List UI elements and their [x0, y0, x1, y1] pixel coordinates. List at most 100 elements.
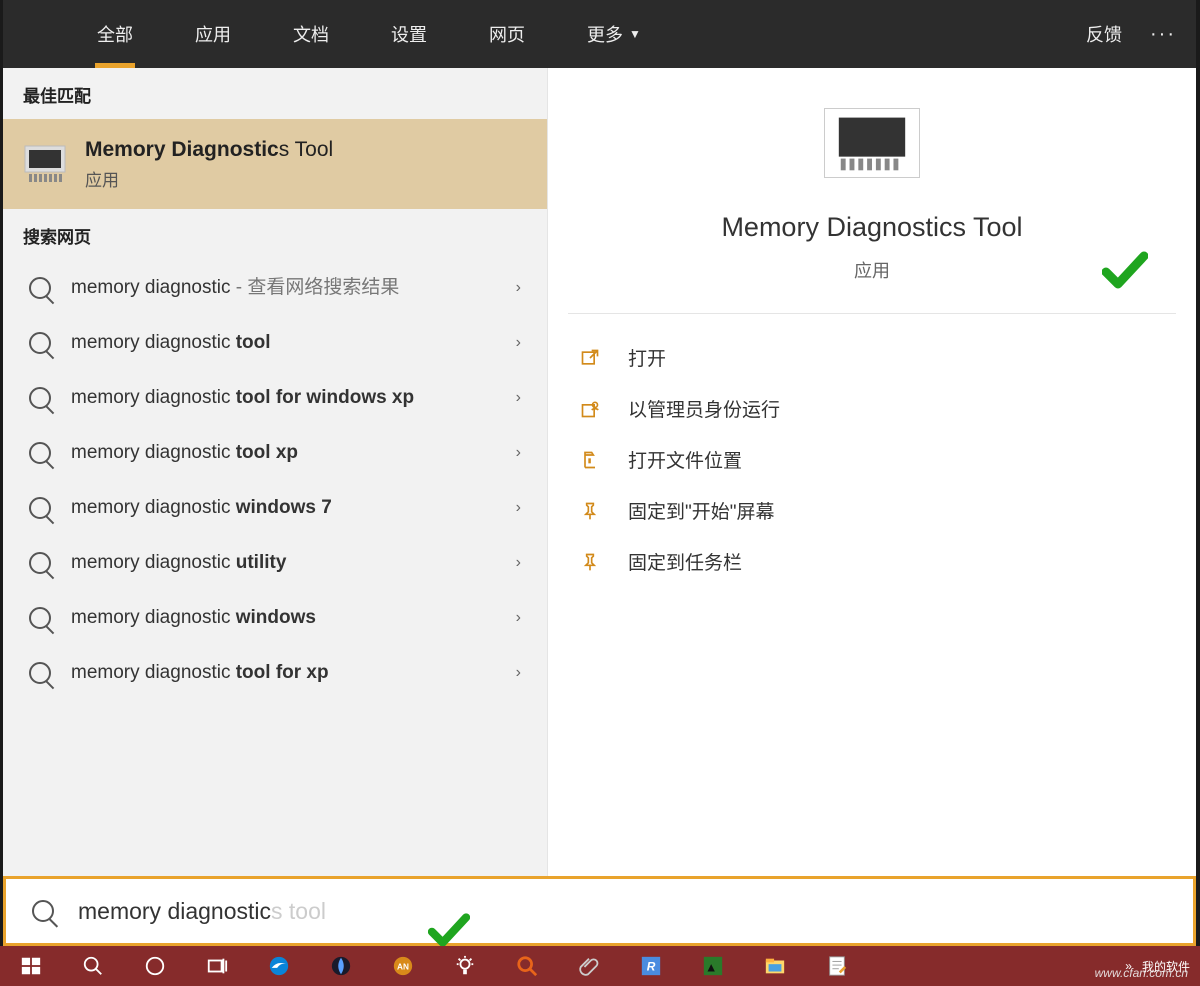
suggestion-row[interactable]: memory diagnostic windows›: [3, 590, 547, 645]
action-pin-start[interactable]: 固定到"开始"屏幕: [568, 485, 1176, 536]
search-icon: [29, 662, 51, 684]
taskbar-explorer-icon[interactable]: [744, 946, 806, 986]
action-open[interactable]: 打开: [568, 332, 1176, 383]
action-folder[interactable]: 打开文件位置: [568, 434, 1176, 485]
search-body: 最佳匹配 Memory Diagnostics Tool 应用 搜索网: [3, 68, 1196, 876]
chevron-right-icon: ›: [516, 664, 521, 682]
tab-more[interactable]: 更多 ▼: [575, 0, 653, 68]
search-input-bar[interactable]: memory diagnostics tool: [3, 876, 1196, 946]
action-label: 打开: [628, 344, 666, 371]
suggestion-row[interactable]: memory diagnostic tool for windows xp›: [3, 370, 547, 425]
best-match-header: 最佳匹配: [3, 68, 547, 119]
open-icon: [578, 346, 602, 370]
taskbar-browser-icon[interactable]: [310, 946, 372, 986]
suggestion-text: memory diagnostic utility: [71, 550, 516, 576]
cortana-button[interactable]: [124, 946, 186, 986]
chevron-right-icon: ›: [516, 334, 521, 352]
search-input-text[interactable]: memory diagnostics tool: [78, 898, 326, 925]
taskbar-image-icon[interactable]: [682, 946, 744, 986]
suggestion-text: memory diagnostic - 查看网络搜索结果: [71, 275, 516, 301]
tab-settings[interactable]: 设置: [379, 0, 439, 68]
suggestion-text: memory diagnostic windows 7: [71, 495, 516, 521]
taskbar-tips-icon[interactable]: [434, 946, 496, 986]
svg-text:R: R: [647, 960, 656, 974]
feedback-link[interactable]: 反馈: [1086, 21, 1122, 47]
taskbar[interactable]: AN R » 我的软件: [0, 946, 1200, 986]
search-panel: 全部 应用 文档 设置 网页 更多 ▼ 反馈 ··· 最佳匹配: [3, 0, 1196, 947]
suggestion-text: memory diagnostic windows: [71, 605, 516, 631]
start-button[interactable]: [0, 946, 62, 986]
tray-overflow-icon[interactable]: »: [1125, 959, 1132, 973]
more-options-button[interactable]: ···: [1150, 23, 1176, 46]
tab-web[interactable]: 网页: [477, 0, 537, 68]
taskbar-revo-icon[interactable]: R: [620, 946, 682, 986]
suggestion-row[interactable]: memory diagnostic tool for xp›: [3, 645, 547, 700]
action-label: 打开文件位置: [628, 446, 742, 473]
suggestion-row[interactable]: memory diagnostic windows 7›: [3, 480, 547, 535]
suggestion-text: memory diagnostic tool for xp: [71, 660, 516, 686]
search-icon: [29, 442, 51, 464]
admin-icon: [578, 397, 602, 421]
best-match-result[interactable]: Memory Diagnostics Tool 应用: [3, 119, 547, 209]
search-icon: [32, 900, 54, 922]
action-admin[interactable]: 以管理员身份运行: [568, 383, 1176, 434]
chevron-right-icon: ›: [516, 444, 521, 462]
action-label: 固定到"开始"屏幕: [628, 497, 775, 524]
tab-apps[interactable]: 应用: [183, 0, 243, 68]
search-web-header: 搜索网页: [3, 209, 547, 260]
preview-subtitle: 应用: [854, 257, 890, 283]
preview-column: Memory Diagnostics Tool 应用 打开以管理员身份运行打开文…: [548, 68, 1196, 876]
search-icon: [29, 387, 51, 409]
search-icon: [29, 277, 51, 299]
action-pin-taskbar[interactable]: 固定到任务栏: [568, 536, 1176, 587]
action-label: 固定到任务栏: [628, 548, 742, 575]
preview-title: Memory Diagnostics Tool: [721, 212, 1022, 243]
suggestions-list: memory diagnostic - 查看网络搜索结果›memory diag…: [3, 260, 547, 876]
taskbar-notepad-icon[interactable]: [806, 946, 868, 986]
chevron-down-icon: ▼: [629, 27, 641, 41]
taskbar-edge-icon[interactable]: [248, 946, 310, 986]
svg-text:AN: AN: [397, 963, 409, 972]
suggestion-row[interactable]: memory diagnostic tool›: [3, 315, 547, 370]
checkmark-icon: [1102, 250, 1148, 295]
taskbar-clip-icon[interactable]: [558, 946, 620, 986]
tray-text[interactable]: 我的软件: [1142, 958, 1190, 975]
pin-taskbar-icon: [578, 550, 602, 574]
suggestion-row[interactable]: memory diagnostic utility›: [3, 535, 547, 590]
best-match-subtitle: 应用: [85, 166, 333, 191]
chevron-right-icon: ›: [516, 554, 521, 572]
chevron-right-icon: ›: [516, 499, 521, 517]
suggestion-text: memory diagnostic tool: [71, 330, 516, 356]
results-column: 最佳匹配 Memory Diagnostics Tool 应用 搜索网: [3, 68, 548, 876]
search-button[interactable]: [62, 946, 124, 986]
action-list: 打开以管理员身份运行打开文件位置固定到"开始"屏幕固定到任务栏: [548, 314, 1196, 605]
chevron-right-icon: ›: [516, 609, 521, 627]
tab-all[interactable]: 全部: [85, 0, 145, 68]
taskbar-app-icon[interactable]: AN: [372, 946, 434, 986]
suggestion-text: memory diagnostic tool for windows xp: [71, 385, 516, 411]
folder-icon: [578, 448, 602, 472]
best-match-title: Memory Diagnostics Tool: [85, 138, 333, 162]
memory-chip-icon: [824, 108, 920, 178]
search-icon: [29, 552, 51, 574]
pin-start-icon: [578, 499, 602, 523]
taskbar-magnifier-icon[interactable]: [496, 946, 558, 986]
action-label: 以管理员身份运行: [628, 395, 780, 422]
search-tabbar: 全部 应用 文档 设置 网页 更多 ▼ 反馈 ···: [3, 0, 1196, 68]
memory-chip-icon: [23, 142, 67, 186]
tab-docs[interactable]: 文档: [281, 0, 341, 68]
suggestion-row[interactable]: memory diagnostic - 查看网络搜索结果›: [3, 260, 547, 315]
search-icon: [29, 607, 51, 629]
suggestion-row[interactable]: memory diagnostic tool xp›: [3, 425, 547, 480]
tab-more-label: 更多: [587, 21, 623, 47]
chevron-right-icon: ›: [516, 389, 521, 407]
suggestion-text: memory diagnostic tool xp: [71, 440, 516, 466]
chevron-right-icon: ›: [516, 279, 521, 297]
search-icon: [29, 497, 51, 519]
tabbar-right: 反馈 ···: [1086, 0, 1176, 68]
taskbar-tray[interactable]: » 我的软件: [1125, 958, 1200, 975]
preview-header: Memory Diagnostics Tool 应用: [568, 68, 1176, 314]
task-view-button[interactable]: [186, 946, 248, 986]
search-icon: [29, 332, 51, 354]
screen: 全部 应用 文档 设置 网页 更多 ▼ 反馈 ··· 最佳匹配: [0, 0, 1200, 986]
